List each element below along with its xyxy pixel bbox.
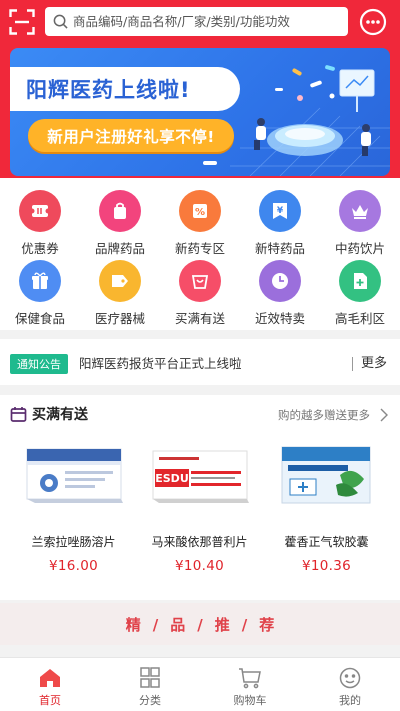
category-label: 高毛利区 xyxy=(334,311,385,326)
product-name: 马来酸依那普利片 xyxy=(151,535,248,549)
product-image xyxy=(25,445,123,507)
notice-tag: 通知公告 xyxy=(10,354,68,374)
product-card[interactable]: 藿香正气软胶囊 ¥10.36 xyxy=(260,445,393,574)
svg-text:¥: ¥ xyxy=(277,206,284,216)
tab-label: 我的 xyxy=(339,694,361,707)
banner-subtitle: 新用户注册好礼享不停! xyxy=(28,119,234,152)
tab-label: 分类 xyxy=(139,694,161,707)
message-icon[interactable] xyxy=(359,8,387,36)
divider xyxy=(352,357,353,371)
category-label: 近效特卖 xyxy=(254,311,305,326)
carousel-indicator xyxy=(203,161,217,165)
tab-cart[interactable]: 购物车 xyxy=(200,658,300,711)
category-coupon[interactable]: 优惠券 xyxy=(0,190,80,257)
chevron-right-icon[interactable] xyxy=(380,408,388,422)
gift-icon xyxy=(19,260,61,302)
promo-section: 买满有送 购的越多赠送更多 兰索拉唑肠溶片 ¥16.00 ESDU 马来酸依那普… xyxy=(0,395,400,600)
product-price: ¥16.00 xyxy=(48,558,99,574)
crown-icon xyxy=(339,190,381,232)
calendar-icon xyxy=(10,407,27,422)
featured-header: 精/品/推/荐 xyxy=(0,603,400,645)
promo-banner[interactable]: 阳辉医药上线啦! 新用户注册好礼享不停! xyxy=(10,48,390,176)
section-more-link[interactable]: 购的越多赠送更多 xyxy=(278,407,370,423)
bag-icon xyxy=(99,190,141,232)
percent-icon: % xyxy=(179,190,221,232)
category-brand-drugs[interactable]: 品牌药品 xyxy=(80,190,160,257)
notice-more-link[interactable]: 更多 xyxy=(361,354,387,374)
product-price: ¥10.40 xyxy=(174,558,225,574)
category-label: 保健食品 xyxy=(14,311,65,326)
category-label: 品牌药品 xyxy=(94,241,145,256)
product-name: 兰索拉唑肠溶片 xyxy=(31,535,116,549)
home-icon xyxy=(40,669,60,687)
notice-text[interactable]: 阳辉医药报货平台正式上线啦 xyxy=(79,354,242,374)
category-special-drugs[interactable]: ¥ 新特药品 xyxy=(240,190,320,257)
clock-icon xyxy=(259,260,301,302)
category-label: 新特药品 xyxy=(254,241,305,256)
product-price: ¥10.36 xyxy=(301,558,352,574)
category-label: 新药专区 xyxy=(174,241,225,256)
search-bar[interactable] xyxy=(45,7,348,36)
add-doc-icon xyxy=(339,260,381,302)
category-label: 中药饮片 xyxy=(334,241,385,256)
product-image: ESDU xyxy=(151,445,249,507)
svg-text:ESDU: ESDU xyxy=(155,472,189,485)
yen-icon: ¥ xyxy=(259,190,301,232)
search-input[interactable] xyxy=(73,14,343,29)
category-icon xyxy=(140,667,160,688)
category-label: 医疗器械 xyxy=(94,311,145,326)
category-near-expiry[interactable]: 近效特卖 xyxy=(240,260,320,327)
notice-bar[interactable]: 通知公告 阳辉医药报货平台正式上线啦 更多 xyxy=(0,339,400,385)
category-medical-devices[interactable]: 医疗器械 xyxy=(80,260,160,327)
category-label: 优惠券 xyxy=(21,241,59,256)
search-icon xyxy=(53,14,68,29)
category-new-drugs[interactable]: % 新药专区 xyxy=(160,190,240,257)
tab-home[interactable]: 首页 xyxy=(0,658,100,711)
section-title: 买满有送 xyxy=(32,407,88,423)
product-image xyxy=(278,445,376,507)
product-card[interactable]: 兰索拉唑肠溶片 ¥16.00 xyxy=(7,445,140,574)
category-grid: 优惠券 品牌药品 % 新药专区 ¥ 新特药品 中药饮片 保健食品 医疗器械 买满… xyxy=(0,178,400,330)
category-label: 买满有送 xyxy=(174,311,225,326)
profile-icon xyxy=(339,667,361,689)
banner-illustration xyxy=(230,65,390,176)
cart-bag-icon xyxy=(179,260,221,302)
category-herbal[interactable]: 中药饮片 xyxy=(320,190,400,257)
product-name: 藿香正气软胶囊 xyxy=(284,535,369,549)
tag-icon xyxy=(99,260,141,302)
tab-label: 购物车 xyxy=(233,694,267,707)
category-buy-get[interactable]: 买满有送 xyxy=(160,260,240,327)
featured-title: 精/品/推/荐 xyxy=(125,615,287,634)
category-health-food[interactable]: 保健食品 xyxy=(0,260,80,327)
header: 阳辉医药上线啦! 新用户注册好礼享不停! xyxy=(0,0,400,178)
product-card[interactable]: ESDU 马来酸依那普利片 ¥10.40 xyxy=(133,445,266,574)
bottom-nav: 首页 分类 购物车 我的 xyxy=(0,657,400,711)
scan-icon[interactable] xyxy=(9,9,35,35)
cart-icon xyxy=(239,668,261,689)
tab-profile[interactable]: 我的 xyxy=(300,658,400,711)
banner-title: 阳辉医药上线啦! xyxy=(10,67,240,111)
svg-text:%: % xyxy=(195,207,205,218)
tab-category[interactable]: 分类 xyxy=(100,658,200,711)
tab-label: 首页 xyxy=(39,694,61,707)
coupon-icon xyxy=(19,190,61,232)
category-high-margin[interactable]: 高毛利区 xyxy=(320,260,400,327)
